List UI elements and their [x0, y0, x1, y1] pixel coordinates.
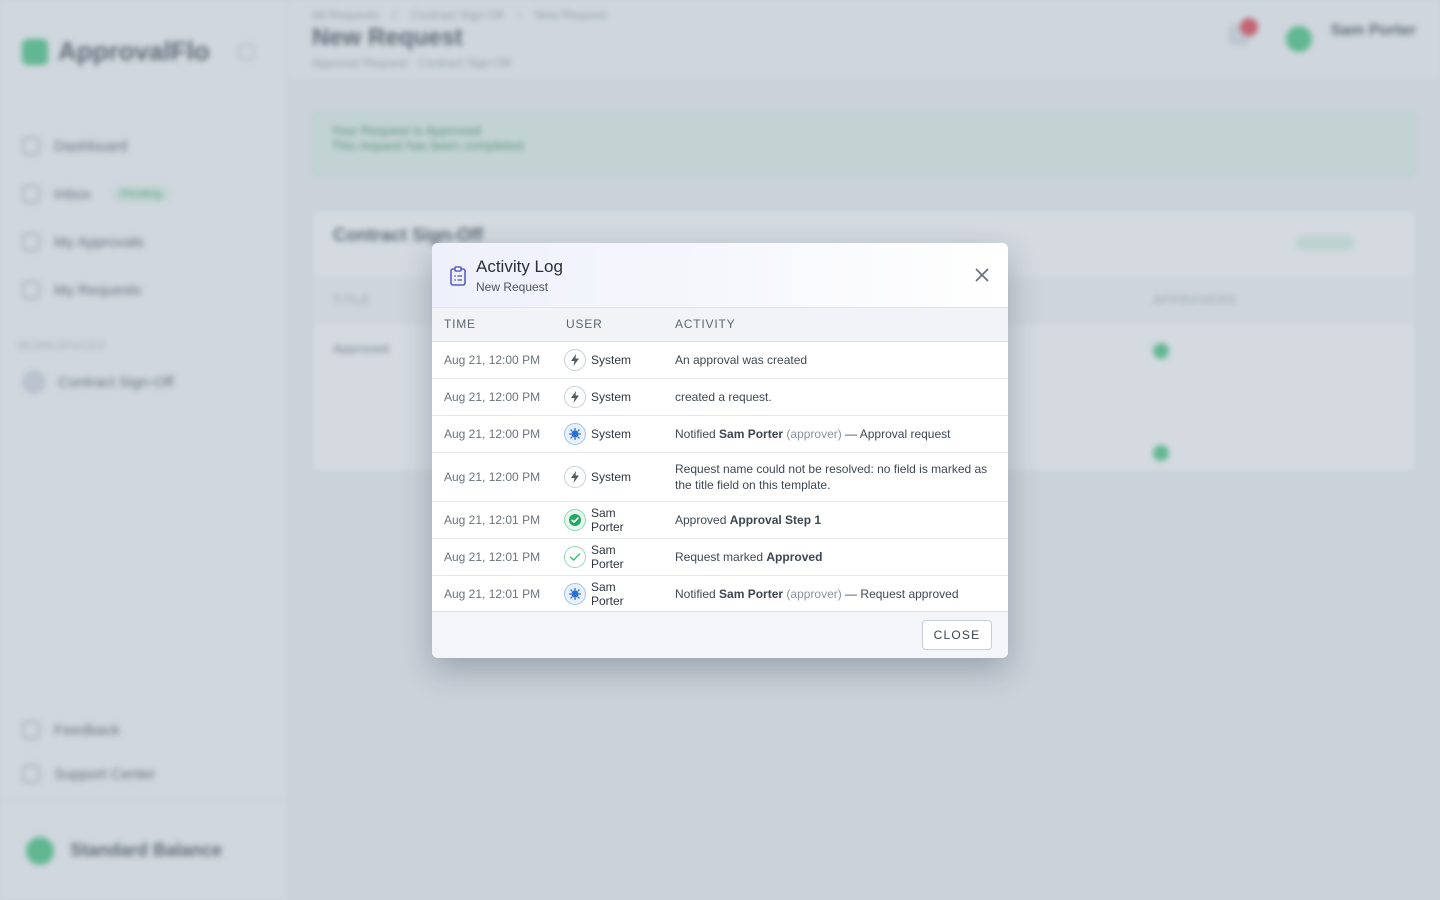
user-name: Sam Porter	[591, 579, 624, 608]
activity-text: Approved Approval Step 1	[675, 512, 996, 528]
activity-fragment: Notified	[675, 426, 720, 441]
activity-cell: An approval was created	[663, 341, 1008, 379]
user-name: System	[591, 469, 632, 484]
user-cell: System	[554, 378, 663, 416]
activity-table: TIME USER ACTIVITY Aug 21, 12:00 PM Syste…	[432, 308, 1008, 613]
user-name: Sam Porter	[591, 505, 624, 534]
column-header-time: TIME	[432, 308, 554, 342]
activity-emphasis: Sam Porter	[719, 426, 784, 441]
activity-role: (approver)	[783, 586, 842, 601]
time-cell: Aug 21, 12:00 PM	[432, 341, 554, 379]
dialog-title: Activity Log	[476, 257, 563, 276]
close-button[interactable]: CLOSE	[922, 620, 992, 650]
table-row: Aug 21, 12:00 PM System created a request.	[432, 378, 1008, 416]
activity-text: Request marked Approved	[675, 549, 996, 565]
clipboard-list-icon	[449, 266, 467, 286]
table-row: Aug 21, 12:01 PM Sam Porter Notified Sam P…	[432, 575, 1008, 613]
bolt-icon	[564, 348, 586, 371]
activity-cell: Request name could not be resolved: no f…	[663, 452, 1008, 502]
user-name: System	[591, 352, 632, 367]
user-wrap: System	[564, 348, 651, 371]
dialog-footer: CLOSE	[432, 611, 1008, 658]
bolt-icon	[564, 465, 586, 488]
activity-emphasis: Approved	[766, 549, 823, 564]
time-cell: Aug 21, 12:01 PM	[432, 538, 554, 576]
table-header-row: TIME USER ACTIVITY	[432, 308, 1008, 342]
table-row: Aug 21, 12:01 PM Sam Porter Request marked…	[432, 538, 1008, 576]
time-cell: Aug 21, 12:01 PM	[432, 501, 554, 539]
user-wrap: System	[564, 385, 651, 408]
user-name: System	[591, 426, 632, 441]
activity-log-dialog: Activity Log New Request TIME USER ACTIV…	[432, 243, 1008, 658]
activity-fragment: Approved	[675, 512, 730, 527]
dialog-header: Activity Log New Request	[432, 243, 1008, 308]
activity-cell: Approved Approval Step 1	[663, 501, 1008, 539]
activity-cell: Request marked Approved	[663, 538, 1008, 576]
activity-text: created a request.	[675, 389, 996, 405]
user-cell: System	[554, 415, 663, 453]
user-name: Sam Porter	[591, 542, 624, 571]
table-row: Aug 21, 12:00 PM System Notified Sam Porte…	[432, 415, 1008, 453]
activity-emphasis: Approval Step 1	[729, 512, 822, 527]
user-cell: Sam Porter	[554, 501, 663, 539]
activity-fragment: Notified	[675, 586, 720, 601]
activity-text: An approval was created	[675, 352, 996, 368]
time-cell: Aug 21, 12:01 PM	[432, 575, 554, 613]
activity-rows: Aug 21, 12:00 PM System An approval was cr…	[432, 341, 1008, 613]
user-wrap: System	[564, 465, 651, 488]
activity-fragment: Request marked	[675, 549, 767, 564]
activity-cell: Notified Sam Porter (approver) — Approva…	[663, 415, 1008, 453]
activity-cell: Notified Sam Porter (approver) — Request…	[663, 575, 1008, 613]
user-cell: System	[554, 452, 663, 502]
close-icon[interactable]	[970, 263, 994, 287]
notify-icon	[564, 422, 586, 445]
bolt-icon	[564, 385, 586, 408]
activity-text: Notified Sam Porter (approver) — Approva…	[675, 426, 996, 442]
activity-fragment: An approval was created	[675, 352, 808, 367]
activity-fragment: Request name could not be resolved: no f…	[675, 461, 988, 492]
activity-fragment: created a request.	[675, 389, 772, 404]
user-cell: System	[554, 341, 663, 379]
time-cell: Aug 21, 12:00 PM	[432, 415, 554, 453]
time-cell: Aug 21, 12:00 PM	[432, 378, 554, 416]
user-wrap: Sam Porter	[564, 543, 651, 571]
table-row: Aug 21, 12:01 PM Sam Porter Approved Appro…	[432, 501, 1008, 539]
notify-icon	[564, 582, 586, 605]
activity-fragment: — Approval request	[841, 426, 951, 441]
check-icon	[564, 545, 586, 568]
activity-emphasis: Sam Porter	[719, 586, 784, 601]
activity-text: Request name could not be resolved: no f…	[675, 461, 996, 493]
activity-cell: created a request.	[663, 378, 1008, 416]
column-header-user: USER	[554, 308, 663, 342]
column-header-activity: ACTIVITY	[663, 308, 1008, 342]
approved-icon	[564, 508, 586, 531]
activity-text: Notified Sam Porter (approver) — Request…	[675, 586, 996, 602]
table-row: Aug 21, 12:00 PM System Request name could…	[432, 452, 1008, 502]
user-wrap: Sam Porter	[564, 580, 651, 608]
user-name: System	[591, 389, 632, 404]
user-wrap: Sam Porter	[564, 506, 651, 534]
user-cell: Sam Porter	[554, 575, 663, 613]
user-wrap: System	[564, 422, 651, 445]
table-row: Aug 21, 12:00 PM System An approval was cr…	[432, 341, 1008, 379]
time-cell: Aug 21, 12:00 PM	[432, 452, 554, 502]
activity-fragment: — Request approved	[841, 586, 959, 601]
user-cell: Sam Porter	[554, 538, 663, 576]
activity-role: (approver)	[783, 426, 842, 441]
dialog-subtitle: New Request	[476, 280, 549, 294]
